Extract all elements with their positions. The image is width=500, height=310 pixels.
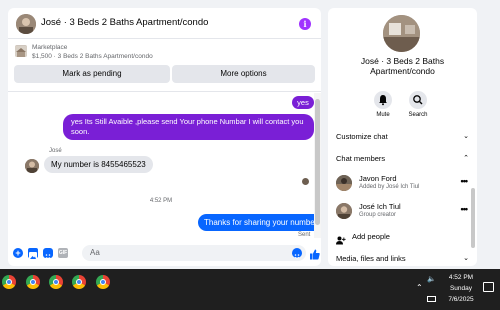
message-scrollbar[interactable] bbox=[314, 93, 321, 238]
search-label: Search bbox=[408, 112, 428, 118]
incoming-message[interactable]: My number is 8455465523 bbox=[44, 156, 153, 173]
clock-day: Sunday bbox=[449, 285, 473, 292]
emoji-icon[interactable] bbox=[292, 248, 302, 259]
chrome-icon[interactable] bbox=[49, 275, 63, 289]
more-icon[interactable]: ••• bbox=[461, 204, 469, 214]
message-list: yes yes Its Still Avaible ,please send Y… bbox=[8, 93, 314, 238]
listing-thumbnail[interactable] bbox=[15, 45, 27, 57]
chevron-down-icon: ⌄ bbox=[463, 133, 469, 140]
add-people-button[interactable]: Add people bbox=[336, 230, 469, 245]
plus-icon[interactable]: + bbox=[13, 248, 23, 258]
speaker-icon[interactable]: 🔈 bbox=[427, 275, 436, 283]
avatar[interactable] bbox=[336, 203, 352, 219]
chrome-icon[interactable] bbox=[96, 275, 110, 289]
search-icon[interactable] bbox=[409, 91, 427, 109]
sender-name: José bbox=[49, 148, 62, 154]
clock-time: 4:52 PM bbox=[448, 274, 474, 281]
message-input[interactable]: Aa bbox=[82, 245, 306, 261]
chat-members-label: Chat members bbox=[336, 154, 386, 163]
composer: + GIF Aa bbox=[8, 239, 321, 266]
customize-chat-label: Customize chat bbox=[336, 132, 388, 141]
chrome-icon[interactable] bbox=[26, 275, 40, 289]
media-files-row[interactable]: Media, files and links ⌄ bbox=[336, 254, 469, 266]
chat-window: José · 3 Beds 2 Baths Apartment/condo i … bbox=[8, 8, 321, 266]
chrome-icon[interactable] bbox=[2, 275, 16, 289]
more-icon[interactable]: ••• bbox=[461, 176, 469, 186]
gif-icon[interactable]: GIF bbox=[58, 248, 68, 258]
avatar[interactable] bbox=[16, 14, 36, 34]
customize-chat-row[interactable]: Customize chat ⌄ bbox=[336, 132, 469, 144]
avatar[interactable] bbox=[383, 15, 420, 52]
listing-subtitle[interactable]: $1,500 · 3 Beds 2 Baths Apartment/condo bbox=[32, 53, 153, 60]
member-subtitle: Group creator bbox=[359, 212, 397, 218]
photo-icon[interactable] bbox=[28, 248, 38, 260]
chat-members-row[interactable]: Chat members ⌃ bbox=[336, 154, 469, 166]
message-input-placeholder: Aa bbox=[90, 248, 100, 257]
avatar[interactable] bbox=[25, 159, 39, 173]
mute-button[interactable]: Mute bbox=[363, 91, 403, 118]
chat-header: José · 3 Beds 2 Baths Apartment/condo i bbox=[8, 8, 321, 39]
chat-info-panel: José · 3 Beds 2 Baths Apartment/condo Mu… bbox=[328, 8, 477, 266]
outgoing-message[interactable]: Thanks for sharing your number bbox=[198, 214, 314, 231]
clock[interactable]: 4:52 PM Sunday 7/6/2025 bbox=[441, 272, 481, 305]
member-subtitle: Added by José Ich Tiul bbox=[359, 184, 420, 190]
member-name: Javon Ford bbox=[359, 174, 397, 183]
taskbar: ⌃ 🔈 4:52 PM Sunday 7/6/2025 bbox=[0, 269, 500, 310]
marketplace-listing: Marketplace $1,500 · 3 Beds 2 Baths Apar… bbox=[8, 40, 321, 92]
scroll-thumb[interactable] bbox=[315, 99, 320, 225]
outgoing-message[interactable]: yes Its Still Avaible ,please send Your … bbox=[63, 114, 314, 140]
sent-status: Sent bbox=[298, 232, 311, 238]
member-name: José Ich Tiul bbox=[359, 202, 401, 211]
add-person-icon bbox=[336, 232, 346, 245]
listing-label: Marketplace bbox=[32, 44, 68, 51]
info-icon[interactable]: i bbox=[299, 18, 311, 30]
sticker-icon[interactable] bbox=[43, 248, 53, 259]
conversation-name: José · 3 Beds 2 Baths Apartment/condo bbox=[360, 56, 445, 76]
chrome-icon[interactable] bbox=[72, 275, 86, 289]
mute-label: Mute bbox=[376, 112, 390, 118]
mark-pending-button[interactable]: Mark as pending bbox=[14, 65, 170, 83]
chat-title[interactable]: José · 3 Beds 2 Baths Apartment/condo bbox=[41, 17, 208, 28]
member-item[interactable]: Javon Ford Added by José Ich Tiul ••• bbox=[336, 172, 469, 194]
chevron-down-icon: ⌄ bbox=[463, 255, 469, 262]
add-people-label: Add people bbox=[352, 232, 390, 241]
bell-icon[interactable] bbox=[374, 91, 392, 109]
clock-date: 7/6/2025 bbox=[448, 296, 474, 303]
panel-scrollbar[interactable] bbox=[471, 188, 475, 248]
network-icon[interactable] bbox=[427, 296, 436, 302]
media-files-label: Media, files and links bbox=[336, 254, 406, 263]
thumbs-up-icon[interactable] bbox=[310, 247, 320, 260]
time-divider: 4:52 PM bbox=[149, 198, 173, 204]
avatar[interactable] bbox=[336, 175, 352, 191]
search-button[interactable]: Search bbox=[398, 91, 438, 118]
notification-icon[interactable] bbox=[483, 282, 494, 292]
seen-avatar bbox=[302, 178, 309, 185]
chevron-up-icon: ⌃ bbox=[463, 155, 469, 162]
more-options-button[interactable]: More options bbox=[172, 65, 315, 83]
chevron-up-icon[interactable]: ⌃ bbox=[416, 283, 423, 292]
member-item[interactable]: José Ich Tiul Group creator ••• bbox=[336, 200, 469, 222]
outgoing-message[interactable]: yes bbox=[292, 96, 314, 109]
